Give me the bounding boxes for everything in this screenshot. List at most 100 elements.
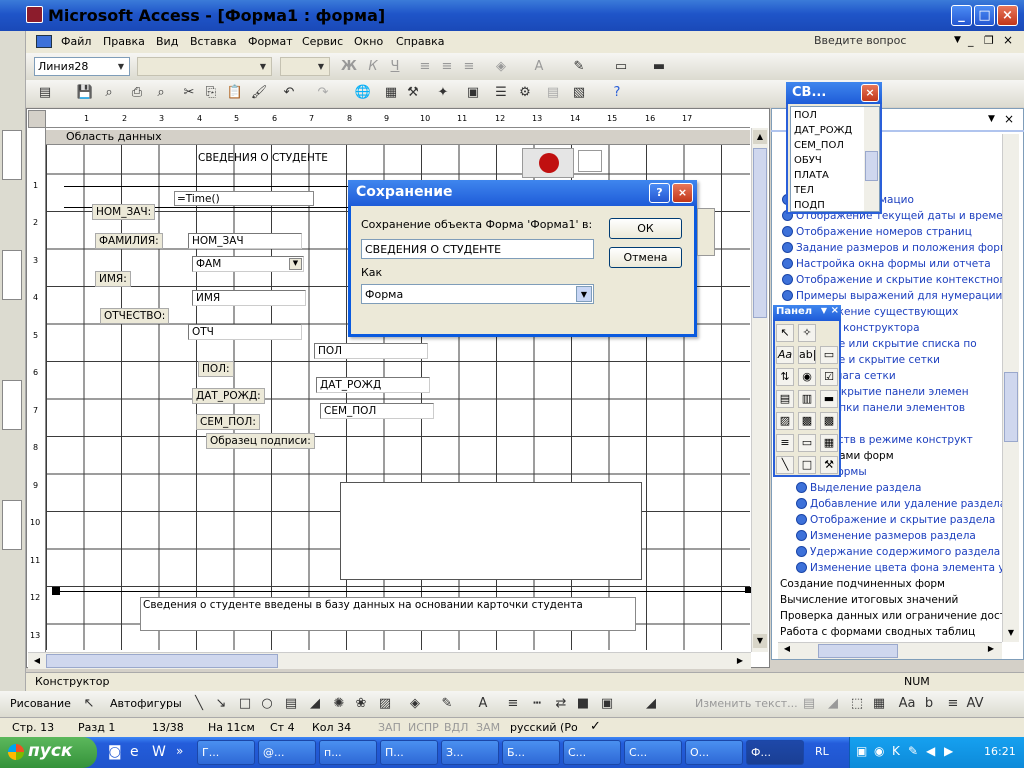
label-nom-zach[interactable]: НОМ_ЗАЧ:	[92, 204, 156, 220]
scroll-thumb[interactable]	[1004, 372, 1018, 442]
task-access-form[interactable]: Ф...	[746, 740, 804, 765]
help-icon[interactable]: ?	[608, 84, 626, 102]
close-icon[interactable]: ×	[1004, 112, 1014, 126]
time-field[interactable]: =Time()	[174, 191, 314, 206]
minimize-button[interactable]: _	[951, 5, 972, 26]
clock[interactable]: 16:21	[984, 745, 1016, 758]
clipart-icon[interactable]: ❀	[352, 695, 370, 713]
resize-handle[interactable]	[52, 587, 60, 595]
scroll-thumb[interactable]	[818, 644, 898, 658]
chevron-right-icon[interactable]: ▶	[984, 644, 998, 658]
doc-thumbnail[interactable]	[2, 500, 22, 550]
autoshapes-menu[interactable]: Автофигуры	[110, 697, 182, 710]
field-dat-rozhd[interactable]: ДАТ_РОЖД	[316, 377, 430, 393]
chevron-down-icon[interactable]: ▼	[753, 634, 767, 648]
help-question-box[interactable]: Введите вопрос	[814, 34, 966, 50]
task-app-b[interactable]: Б...	[502, 740, 560, 765]
doc-thumbnail[interactable]	[2, 380, 22, 430]
align-icon[interactable]: ≡	[944, 695, 962, 713]
change-text-button[interactable]: Изменить текст...	[695, 697, 798, 710]
line-color-icon[interactable]: ✎	[438, 695, 456, 713]
field-list-item[interactable]: ТЕЛ	[794, 185, 814, 196]
field-imya[interactable]: ИМЯ	[192, 290, 306, 306]
quicklaunch-word-icon[interactable]: W	[152, 744, 166, 760]
pane-vertical-scrollbar[interactable]: ▼	[1002, 134, 1019, 642]
toolbox-title[interactable]: Панел ▼ ×	[773, 305, 841, 321]
menu-help[interactable]: Справка	[396, 35, 444, 48]
paste-icon[interactable]: 📋	[226, 84, 244, 102]
bound-frame-icon[interactable]: ▩	[820, 412, 838, 430]
help-link[interactable]: Отображение и скрытие контекстного м	[782, 274, 1002, 286]
font-combo[interactable]: ▼	[137, 57, 272, 76]
menu-file[interactable]: Файл	[61, 35, 91, 48]
view-icon[interactable]: ▤	[36, 84, 54, 102]
extend-indicator[interactable]: ВДЛ	[444, 721, 468, 734]
drawing-menu[interactable]: Рисование	[10, 697, 71, 710]
autoformat-icon[interactable]: ✦	[434, 84, 452, 102]
oval-icon[interactable]: ○	[258, 695, 276, 713]
chevron-down-icon[interactable]: ▼	[954, 35, 961, 45]
hyperlink-icon[interactable]: 🌐	[354, 84, 372, 102]
wordart-icon[interactable]: ◢	[306, 695, 324, 713]
font-color-icon[interactable]: A	[530, 58, 548, 76]
redo-icon[interactable]: ↷	[314, 84, 332, 102]
task-app-s1[interactable]: С...	[563, 740, 621, 765]
border-style-icon[interactable]: ▬	[650, 58, 668, 76]
italic-icon[interactable]: К	[364, 58, 382, 76]
control-box[interactable]	[578, 150, 602, 172]
label-familiya[interactable]: ФАМИЛИЯ:	[95, 233, 163, 249]
horizontal-scrollbar[interactable]: ◀ ▶	[28, 652, 751, 669]
help-link[interactable]: Добавление или удаление раздела	[796, 498, 1016, 510]
picture-icon[interactable]: ▨	[376, 695, 394, 713]
form-icon[interactable]	[36, 35, 52, 48]
line-color-icon[interactable]: ✎	[570, 58, 588, 76]
background-control[interactable]	[697, 208, 715, 256]
more-controls-icon[interactable]: ⚒	[820, 456, 838, 474]
line-style-icon[interactable]: ≡	[504, 695, 522, 713]
subform-icon[interactable]: ▦	[820, 434, 838, 452]
close-icon[interactable]: ×	[861, 84, 879, 102]
print-icon[interactable]: ⎙	[128, 84, 146, 102]
form-title-label[interactable]: СВЕДЕНИЯ О СТУДЕНТЕ	[196, 151, 346, 167]
3d-icon[interactable]: ▣	[598, 695, 616, 713]
task-app-o[interactable]: О...	[685, 740, 743, 765]
task-folder-1[interactable]: Г...	[197, 740, 255, 765]
dash-style-icon[interactable]: ┅	[528, 695, 546, 713]
chevron-left-icon[interactable]: ◀	[780, 644, 794, 658]
option-group-icon[interactable]: ▭	[820, 346, 838, 364]
field-list-scrollbar[interactable]	[864, 107, 879, 211]
line-width-icon[interactable]: ▭	[612, 58, 630, 76]
close-icon[interactable]: ×	[672, 183, 693, 203]
menu-window[interactable]: Окно	[354, 35, 383, 48]
arrow-style-icon[interactable]: ⇄	[552, 695, 570, 713]
field-list-item[interactable]: ПОЛ	[794, 110, 817, 121]
font-color-icon[interactable]: A	[474, 695, 492, 713]
scroll-thumb[interactable]	[46, 654, 278, 668]
build-icon[interactable]: ⚙	[516, 84, 534, 102]
save-dialog-title[interactable]: Сохранение	[348, 180, 697, 206]
select-objects-icon[interactable]: ↖	[776, 324, 794, 342]
chevron-left-icon[interactable]: ◀	[30, 654, 44, 668]
search-icon[interactable]: ⌕	[100, 84, 118, 102]
track-changes-indicator[interactable]: ИСПР	[408, 721, 439, 734]
bold-icon[interactable]: Ж	[340, 58, 358, 76]
field-list-item[interactable]: ПЛАТА	[794, 170, 829, 181]
help-link[interactable]: Настройка окна формы или отчета	[782, 258, 1002, 270]
access-icon[interactable]	[26, 6, 43, 23]
textbox-tool-icon[interactable]: ab|	[798, 346, 816, 364]
wizard-icon[interactable]: ✧	[798, 324, 816, 342]
scroll-thumb[interactable]	[753, 148, 767, 318]
radio-button-icon[interactable]: ◉	[798, 368, 816, 386]
textbox-icon[interactable]: ▤	[282, 695, 300, 713]
help-topic[interactable]: Создание подчиненных форм	[780, 578, 1002, 590]
align-right-icon[interactable]: ≡	[460, 58, 478, 76]
wordart-insert-icon[interactable]: ◢	[642, 695, 660, 713]
database-window-icon[interactable]: ▤	[544, 84, 562, 102]
command-button-icon[interactable]: ▬	[820, 390, 838, 408]
label-otchestvo[interactable]: ОТЧЕСТВО:	[100, 308, 170, 324]
maximize-button[interactable]: □	[974, 5, 995, 26]
doc-thumbnail[interactable]	[2, 250, 22, 300]
image-control[interactable]	[522, 148, 574, 178]
field-list-item[interactable]: СЕМ_ПОЛ	[794, 140, 844, 151]
chevron-up-icon[interactable]: ▲	[753, 130, 767, 144]
